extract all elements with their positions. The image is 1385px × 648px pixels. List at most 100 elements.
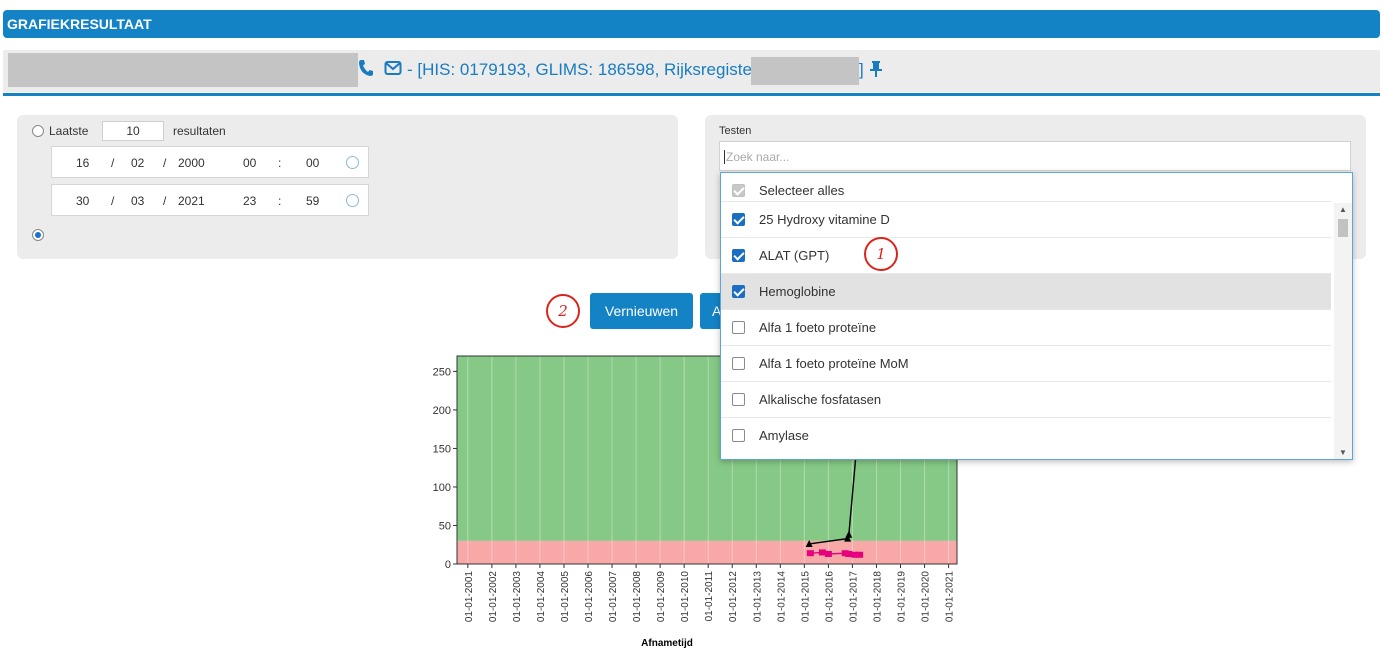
tests-dropdown[interactable]: Selecteer alles 25 Hydroxy vitamine D ALA… xyxy=(720,172,1353,460)
dropdown-scrollbar[interactable]: ▲ ▼ xyxy=(1334,203,1352,459)
test-option-checkbox[interactable] xyxy=(732,249,745,262)
phone-icon[interactable] xyxy=(358,59,374,82)
time-sep: : xyxy=(278,156,282,170)
annotation-marker-2: 2 xyxy=(546,294,580,328)
scrollbar-thumb[interactable] xyxy=(1338,219,1348,237)
from-day: 16 xyxy=(76,156,90,170)
patient-bar-underline xyxy=(3,93,1380,96)
page-title: GRAFIEKRESULTAAT xyxy=(3,10,1380,38)
date-sep: / xyxy=(111,194,115,208)
test-option-checkbox[interactable] xyxy=(732,213,745,226)
envelope-icon[interactable] xyxy=(384,60,402,81)
test-option-checkbox[interactable] xyxy=(732,285,745,298)
text-cursor xyxy=(724,150,725,164)
date-sep: / xyxy=(111,156,115,170)
test-option-label: Alkalische fosfatasen xyxy=(759,392,882,407)
date-sep: / xyxy=(163,156,167,170)
clock-icon[interactable] xyxy=(346,156,359,169)
x-tick-label: 01-01-2014 xyxy=(776,571,787,623)
to-day: 30 xyxy=(76,194,90,208)
last-n-input[interactable]: 10 xyxy=(102,121,164,141)
data-point xyxy=(818,549,826,556)
tests-label: Testen xyxy=(719,125,752,137)
test-option[interactable]: Alfa 1 foeto proteïne xyxy=(721,310,1331,346)
reference-band xyxy=(457,540,957,564)
test-option-label: Alfa 1 foeto proteïne xyxy=(759,320,877,335)
test-option[interactable]: Hemoglobine xyxy=(721,274,1331,310)
scroll-down-arrow[interactable]: ▼ xyxy=(1339,448,1347,457)
x-tick-label: 01-01-2006 xyxy=(584,571,595,623)
refresh-button[interactable]: Vernieuwen xyxy=(590,293,693,329)
x-tick-label: 01-01-2004 xyxy=(536,571,547,623)
clock-icon[interactable] xyxy=(346,194,359,207)
last-label: Laatste xyxy=(49,124,89,138)
date-filter-panel: Laatste 10 resultaten 16 / 02 / 2000 00 … xyxy=(17,115,678,259)
x-tick-label: 01-01-2018 xyxy=(872,571,883,623)
patient-name-redacted xyxy=(8,53,358,87)
x-axis-label: Afnametijd xyxy=(641,638,693,648)
from-hour: 00 xyxy=(243,156,257,170)
x-tick-label: 01-01-2016 xyxy=(824,571,835,623)
to-year: 2021 xyxy=(178,194,205,208)
test-option-checkbox[interactable] xyxy=(732,321,745,334)
test-option-checkbox[interactable] xyxy=(732,429,745,442)
scroll-up-arrow[interactable]: ▲ xyxy=(1339,205,1347,214)
to-month: 03 xyxy=(131,194,145,208)
test-option[interactable]: Alkalische fosfatasen xyxy=(721,382,1331,418)
test-option-checkbox[interactable] xyxy=(732,357,745,370)
x-tick-label: 01-01-2008 xyxy=(632,571,643,623)
test-option[interactable]: Amylase xyxy=(721,418,1331,454)
x-tick-label: 01-01-2020 xyxy=(921,571,932,623)
from-year: 2000 xyxy=(178,156,205,170)
time-sep: : xyxy=(278,194,282,208)
data-point xyxy=(845,550,853,557)
x-tick-label: 01-01-2002 xyxy=(488,571,499,623)
test-option-label: 25 Hydroxy vitamine D xyxy=(759,212,890,227)
date-sep: / xyxy=(163,194,167,208)
last-n-radio[interactable] xyxy=(32,125,44,137)
x-tick-label: 01-01-2010 xyxy=(680,571,691,623)
x-tick-label: 01-01-2005 xyxy=(560,571,571,623)
select-all-label: Selecteer alles xyxy=(759,183,845,198)
to-minute: 59 xyxy=(306,194,320,208)
test-option-label: ALAT (GPT) xyxy=(759,248,830,263)
y-tick-label: 200 xyxy=(433,405,451,417)
test-option[interactable]: Alfa 1 foeto proteïne MoM xyxy=(721,346,1331,382)
patient-info-close: ] xyxy=(859,60,864,79)
x-tick-label: 01-01-2019 xyxy=(897,571,908,623)
national-register-redacted xyxy=(751,57,859,85)
test-option-checkbox[interactable] xyxy=(732,393,745,406)
y-tick-label: 250 xyxy=(433,366,451,378)
test-option-label: Alfa 1 foeto proteïne MoM xyxy=(759,356,909,371)
x-tick-label: 01-01-2012 xyxy=(728,571,739,623)
x-tick-label: 01-01-2021 xyxy=(945,571,956,623)
patient-bar: - [HIS: 0179193, GLIMS: 186598, Rijksreg… xyxy=(3,50,1380,96)
pin-icon[interactable] xyxy=(869,60,883,83)
from-month: 02 xyxy=(131,156,145,170)
data-point xyxy=(856,551,864,558)
test-option-label: Amylase xyxy=(759,428,809,443)
y-tick-label: 50 xyxy=(439,520,451,532)
test-option[interactable]: 25 Hydroxy vitamine D xyxy=(721,202,1331,238)
y-tick-label: 0 xyxy=(445,559,451,571)
x-tick-label: 01-01-2009 xyxy=(656,571,667,623)
from-minute: 00 xyxy=(306,156,320,170)
annotation-marker-1: 1 xyxy=(864,237,898,271)
to-datetime-input[interactable]: 30 / 03 / 2021 23 : 59 xyxy=(51,184,369,216)
x-tick-label: 01-01-2015 xyxy=(800,571,811,623)
from-datetime-input[interactable]: 16 / 02 / 2000 00 : 00 xyxy=(51,146,369,178)
to-hour: 23 xyxy=(243,194,257,208)
x-tick-label: 01-01-2003 xyxy=(512,571,523,623)
results-label: resultaten xyxy=(173,124,226,138)
tests-search-input[interactable]: Zoek naar... xyxy=(719,141,1351,171)
test-option[interactable]: ALAT (GPT) xyxy=(721,238,1331,274)
data-point xyxy=(806,550,814,557)
data-point xyxy=(824,550,832,557)
y-tick-label: 100 xyxy=(433,482,451,494)
x-tick-label: 01-01-2017 xyxy=(848,571,859,623)
x-tick-label: 01-01-2007 xyxy=(608,571,619,623)
date-range-radio[interactable] xyxy=(32,229,44,241)
select-all-checkbox[interactable] xyxy=(732,184,745,197)
test-option-label: Hemoglobine xyxy=(759,284,836,299)
x-tick-label: 01-01-2011 xyxy=(704,571,715,622)
